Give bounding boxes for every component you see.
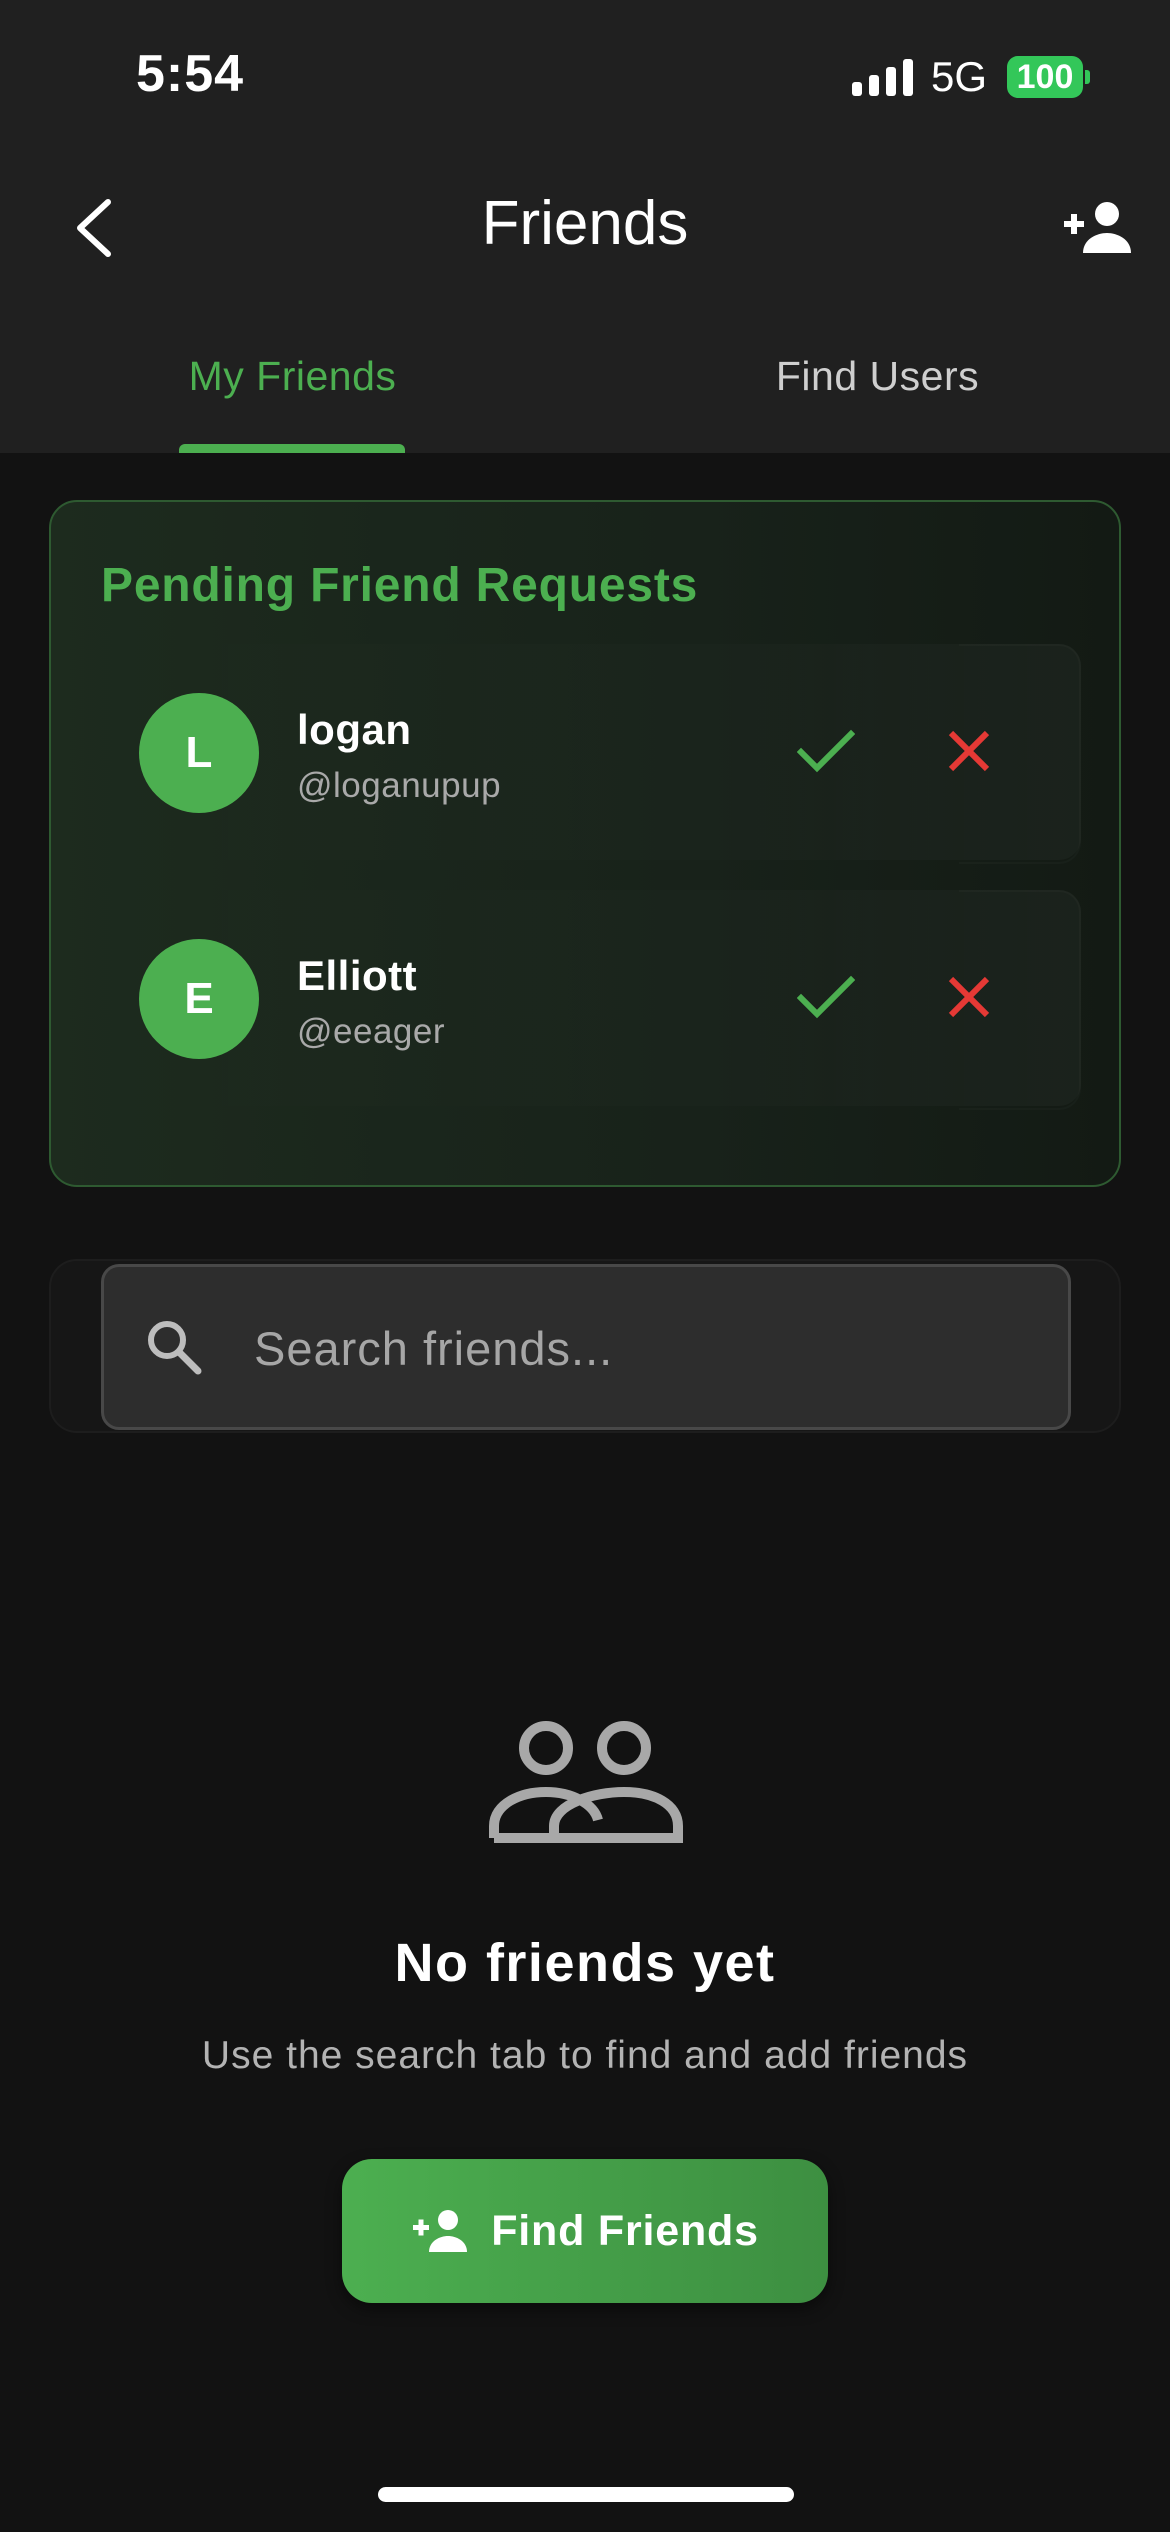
person-add-icon — [413, 2210, 468, 2252]
search-icon — [148, 1321, 202, 1375]
empty-state-title: No friends yet — [394, 1933, 776, 1993]
pending-requests-title: Pending Friend Requests — [101, 559, 699, 612]
page-title: Friends — [481, 189, 689, 258]
empty-state-subtitle: Use the search tab to find and add frien… — [201, 2034, 969, 2077]
request-handle: @loganupup — [297, 766, 502, 805]
find-friends-label: Find Friends — [491, 2206, 759, 2255]
check-icon — [797, 729, 855, 773]
tab-my-friends[interactable]: My Friends — [0, 295, 585, 453]
add-friend-header-button[interactable] — [1054, 192, 1140, 262]
tab-find-users[interactable]: Find Users — [585, 295, 1170, 453]
status-indicators: 5G 100 — [851, 53, 1090, 100]
avatar: L — [139, 693, 259, 813]
people-outline-icon — [489, 1721, 683, 1843]
battery-tip — [1085, 70, 1090, 84]
battery-level: 100 — [1016, 57, 1074, 96]
tab-label: My Friends — [188, 353, 397, 399]
home-indicator[interactable] — [378, 2487, 794, 2502]
battery-icon: 100 — [1007, 56, 1083, 98]
tab-bar: My Friends Find Users — [0, 295, 1170, 453]
decline-request-button[interactable] — [929, 711, 1009, 791]
friends-screen: 5:54 5G 100 Friends My Friends Find User… — [0, 0, 1170, 2532]
find-friends-button[interactable]: Find Friends — [342, 2159, 828, 2303]
search-field[interactable] — [101, 1264, 1071, 1430]
tab-active-indicator — [179, 444, 405, 453]
search-input[interactable] — [254, 1315, 1034, 1381]
decline-request-button[interactable] — [929, 957, 1009, 1037]
app-header: Friends — [0, 160, 1170, 295]
network-label: 5G — [930, 53, 987, 100]
status-time: 5:54 — [136, 45, 245, 103]
friend-request-item: E Elliott @eeager — [91, 890, 1081, 1106]
close-icon — [948, 976, 990, 1018]
check-icon — [797, 975, 855, 1019]
signal-icon — [851, 58, 913, 96]
close-icon — [948, 730, 990, 772]
request-handle: @eeager — [297, 1012, 446, 1051]
accept-request-button[interactable] — [786, 957, 866, 1037]
pending-requests-card: Pending Friend Requests L logan @loganup… — [49, 500, 1121, 1187]
request-name: Elliott — [297, 952, 418, 999]
friend-request-item: L logan @loganupup — [91, 644, 1081, 860]
accept-request-button[interactable] — [786, 711, 866, 791]
person-add-icon — [1064, 202, 1131, 253]
status-bar: 5:54 5G 100 — [0, 0, 1170, 160]
tab-label: Find Users — [775, 353, 980, 399]
search-container — [49, 1259, 1121, 1433]
avatar: E — [139, 939, 259, 1059]
request-name: logan — [297, 706, 412, 753]
